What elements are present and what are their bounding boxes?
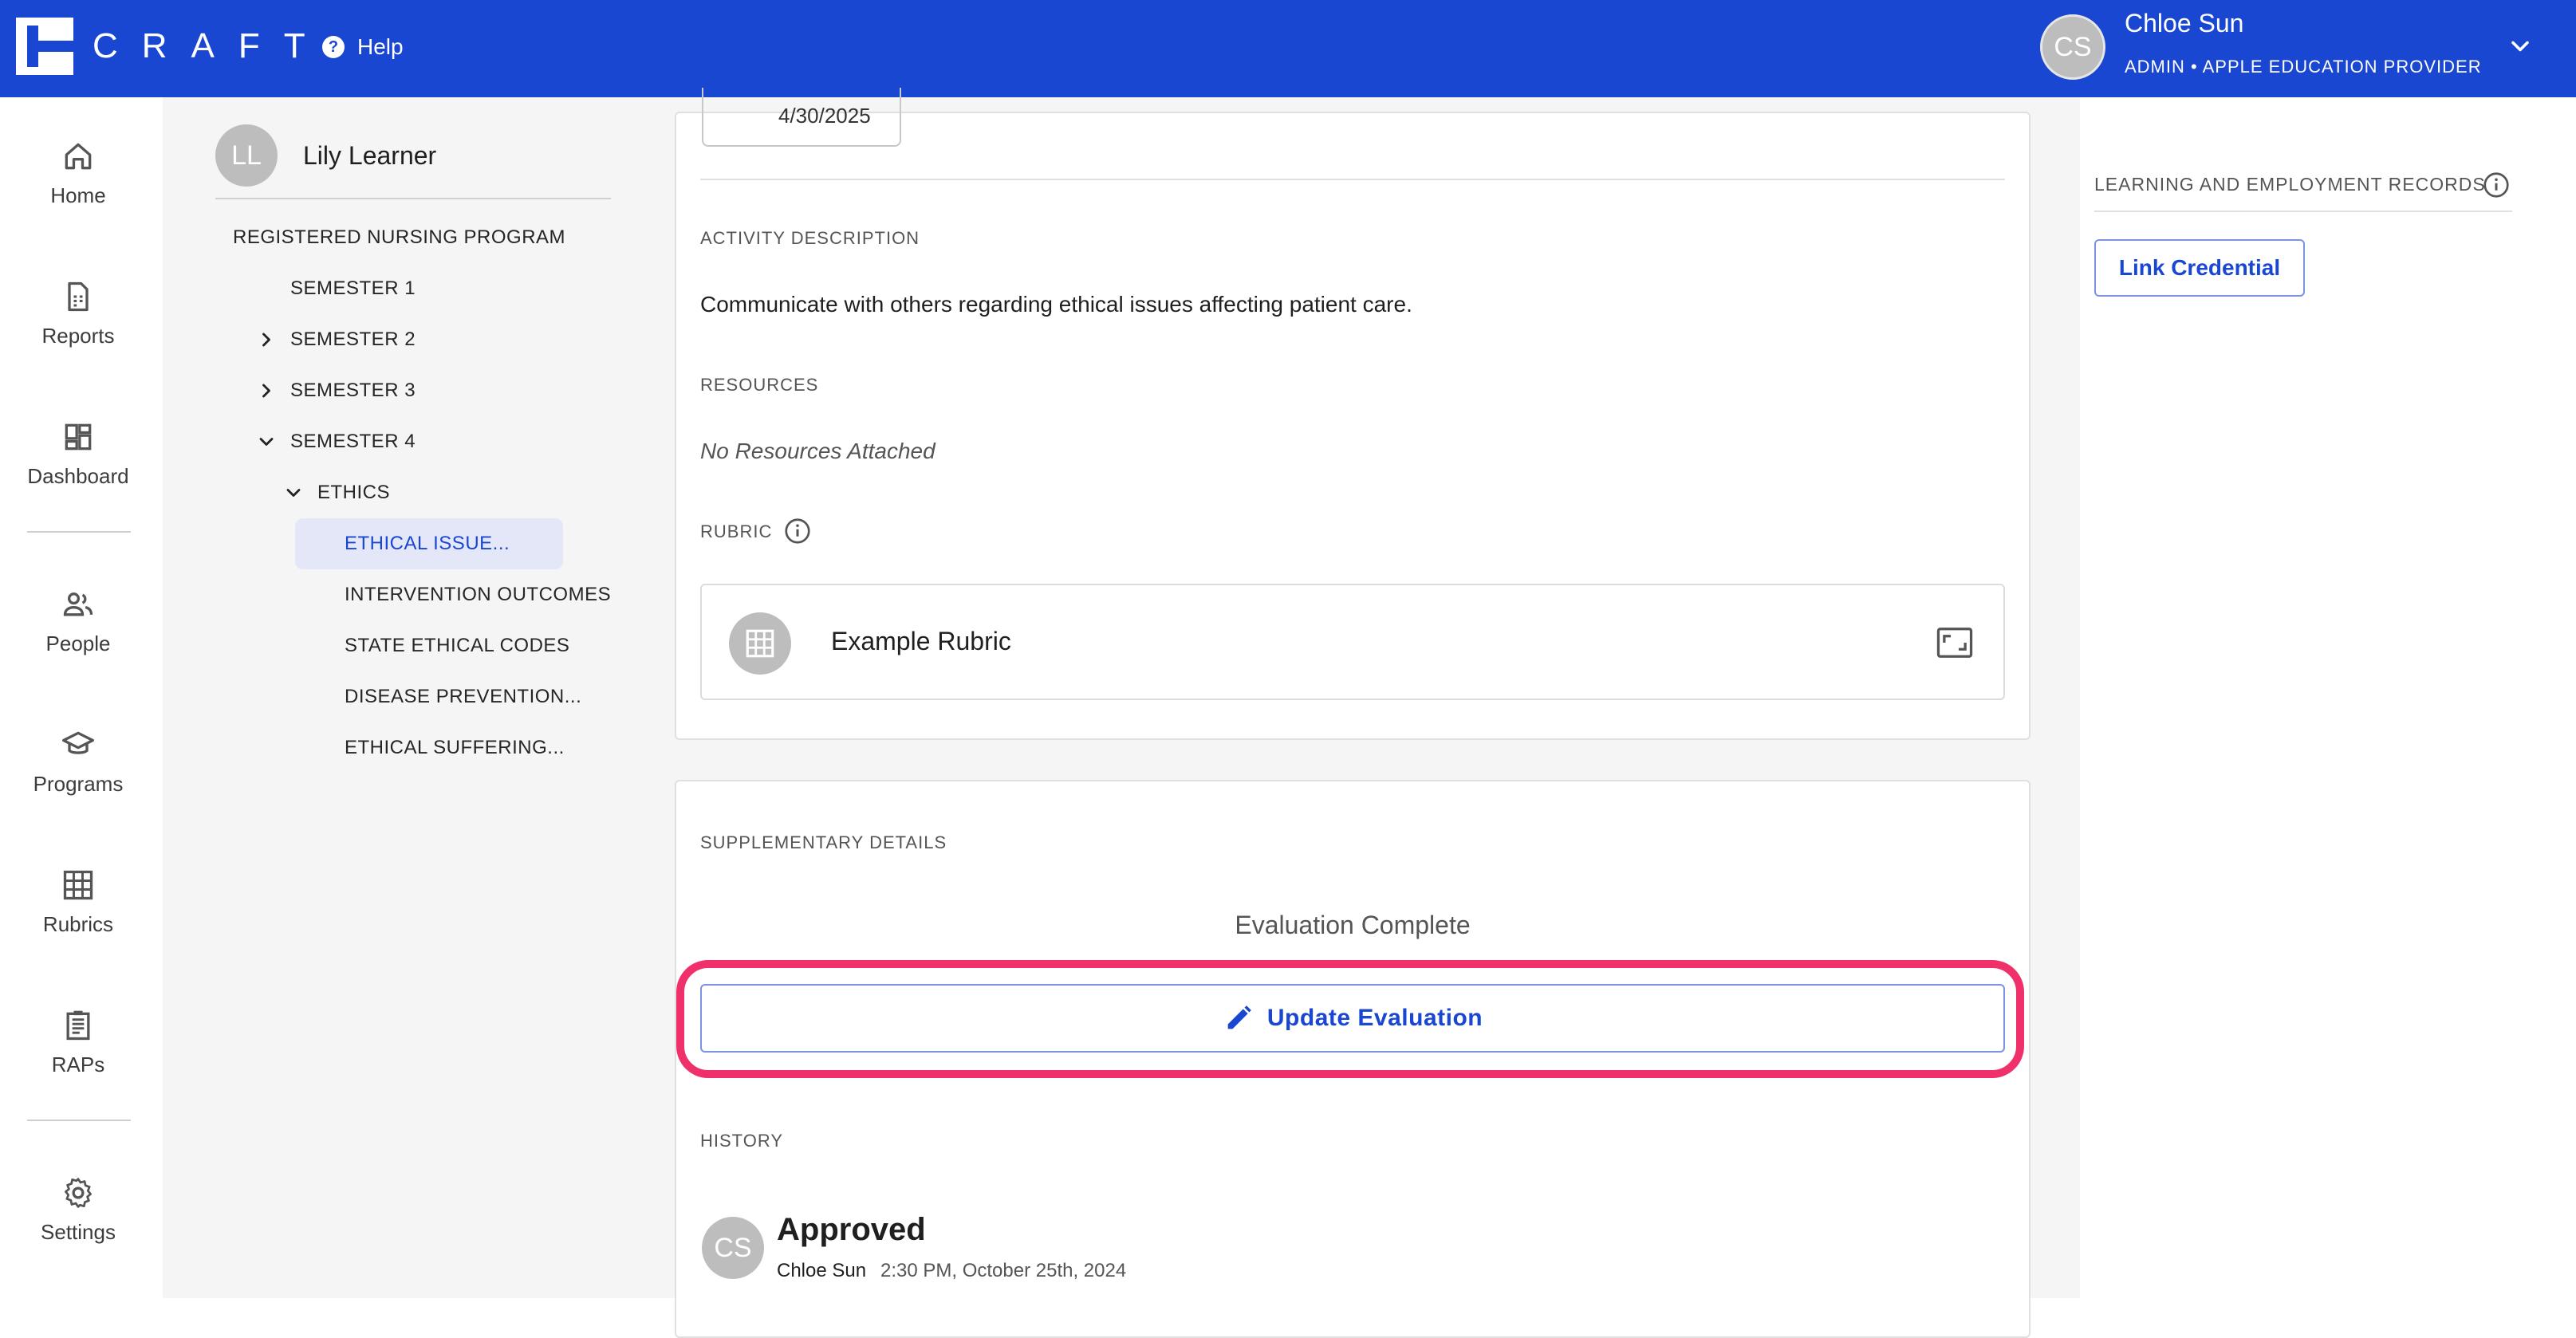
nav-people[interactable]: People [0, 569, 156, 673]
logo-text: CRAFT [93, 26, 329, 65]
pencil-icon [1227, 1005, 1251, 1029]
update-evaluation-button[interactable]: Update Evaluation [700, 984, 2005, 1053]
nav-rubrics-label: Rubrics [42, 911, 114, 936]
nav-home[interactable]: Home [0, 121, 156, 225]
side-navigation: Home Reports Dashboard People Programs R… [0, 97, 156, 1298]
supplementary-details-label: SUPPLEMENTARY DETAILS [700, 832, 947, 852]
history-label: HISTORY [700, 1131, 783, 1151]
tree-item-label: REGISTERED NURSING PROGRAM [233, 226, 566, 248]
chevron-right-icon[interactable] [255, 380, 278, 402]
report-icon [68, 281, 89, 311]
rubric-label: RUBRIC [700, 521, 773, 541]
nav-settings-label: Settings [41, 1219, 116, 1244]
tree-item-label: INTERVENTION OUTCOMES [345, 584, 612, 605]
tree-item-intervention-outcomes[interactable]: INTERVENTION OUTCOMES [345, 569, 611, 620]
section-divider [700, 179, 2005, 180]
chevron-down-icon[interactable] [2506, 32, 2535, 61]
dashboard-icon [65, 423, 92, 450]
tree-item-label: ETHICAL ISSUE... [345, 533, 510, 554]
tree-item-label: SEMESTER 1 [290, 277, 416, 299]
nav-divider [27, 531, 131, 533]
tree-item-ethical-issue[interactable]: ETHICAL ISSUE... [295, 518, 563, 569]
graduation-cap-icon [62, 731, 94, 754]
history-author: Chloe Sun [777, 1260, 867, 1281]
nav-dashboard-label: Dashboard [27, 463, 129, 488]
nav-reports[interactable]: Reports [0, 262, 156, 365]
nav-programs-label: Programs [33, 771, 124, 796]
history-timestamp: 2:30 PM, October 25th, 2024 [880, 1260, 1127, 1281]
nav-home-label: Home [50, 183, 106, 207]
tree-item-label: ETHICS [317, 482, 391, 503]
tree-item-disease-prevention[interactable]: DISEASE PREVENTION... [345, 671, 581, 722]
program-tree-panel: LL Lily Learner REGISTERED NURSING PROGR… [163, 97, 635, 1298]
rubric-item[interactable]: Example Rubric [700, 584, 2005, 700]
date-value: 4/30/2025 [778, 104, 871, 128]
tree-item-semester-4[interactable]: SEMESTER 4 [255, 416, 416, 467]
resources-label: RESOURCES [700, 375, 819, 395]
tree-item-semester-2[interactable]: SEMESTER 2 [255, 314, 416, 365]
user-name: Chloe Sun [2125, 9, 2244, 37]
update-evaluation-label: Update Evaluation [1266, 1005, 1483, 1031]
chevron-right-icon[interactable] [255, 329, 278, 351]
ler-label: LEARNING AND EMPLOYMENT RECORDS [2094, 174, 2486, 195]
help-icon: ? [322, 36, 345, 58]
home-icon [65, 143, 92, 169]
people-icon [63, 592, 93, 616]
nav-raps[interactable]: RAPs [0, 990, 156, 1094]
nav-raps-label: RAPs [51, 1052, 105, 1076]
nav-rubrics[interactable]: Rubrics [0, 850, 156, 954]
rubric-name: Example Rubric [831, 627, 1011, 655]
tree-item-label: SEMESTER 2 [290, 329, 416, 350]
craft-logo-icon[interactable] [16, 18, 73, 75]
grid-icon [746, 629, 774, 658]
tree-item-ethics[interactable]: ETHICS [282, 467, 390, 518]
chevron-down-icon[interactable] [282, 482, 305, 504]
info-icon[interactable] [783, 517, 812, 545]
nav-divider [27, 1120, 131, 1121]
help-label: Help [357, 34, 404, 59]
expand-icon[interactable] [1936, 627, 1973, 659]
top-app-bar: CRAFT ? Help CS Chloe Sun ADMIN • APPLE … [0, 0, 2576, 97]
ler-divider [2094, 211, 2512, 212]
tree-item-label: DISEASE PREVENTION... [345, 686, 582, 707]
date-field[interactable]: 4/30/2025 [702, 88, 901, 147]
tree-item-program[interactable]: REGISTERED NURSING PROGRAM [233, 212, 565, 263]
tree-item-ethical-suffering[interactable]: ETHICAL SUFFERING... [345, 722, 565, 773]
gear-icon [65, 1177, 92, 1208]
history-status: Approved [777, 1212, 926, 1247]
nav-programs[interactable]: Programs [0, 710, 156, 813]
tree-item-semester-3[interactable]: SEMESTER 3 [255, 365, 416, 416]
chevron-down-icon[interactable] [255, 431, 278, 453]
nav-dashboard[interactable]: Dashboard [0, 402, 156, 506]
user-avatar[interactable]: CS [2040, 14, 2105, 80]
tree-item-state-ethical-codes[interactable]: STATE ETHICAL CODES [345, 620, 569, 671]
avatar: CS [702, 1217, 764, 1279]
learner-name: Lily Learner [303, 141, 437, 170]
tree-item-label: SEMESTER 4 [290, 431, 416, 452]
learner-avatar: LL [215, 124, 278, 187]
evaluation-status: Evaluation Complete [1235, 911, 1471, 939]
tree-item-label: STATE ETHICAL CODES [345, 635, 570, 656]
activity-description: Communicate with others regarding ethica… [700, 292, 1412, 317]
tree-divider [215, 198, 611, 199]
tree-item-label: ETHICAL SUFFERING... [345, 737, 565, 758]
tree-item-semester-1[interactable]: SEMESTER 1 [290, 263, 416, 314]
nav-settings[interactable]: Settings [0, 1158, 156, 1261]
user-role: ADMIN • APPLE EDUCATION PROVIDER [2125, 57, 2482, 77]
activity-description-label: ACTIVITY DESCRIPTION [700, 228, 920, 248]
nav-people-label: People [45, 631, 111, 655]
grid-icon [63, 870, 93, 899]
rubric-avatar [729, 612, 791, 675]
info-icon[interactable] [2482, 171, 2511, 199]
help-link[interactable]: ? Help [322, 30, 404, 64]
link-credential-button[interactable]: Link Credential [2094, 239, 2305, 297]
tree-item-label: SEMESTER 3 [290, 380, 416, 401]
nav-reports-label: Reports [41, 323, 115, 348]
clipboard-icon [66, 1010, 90, 1040]
resources-empty-text: No Resources Attached [700, 439, 935, 463]
